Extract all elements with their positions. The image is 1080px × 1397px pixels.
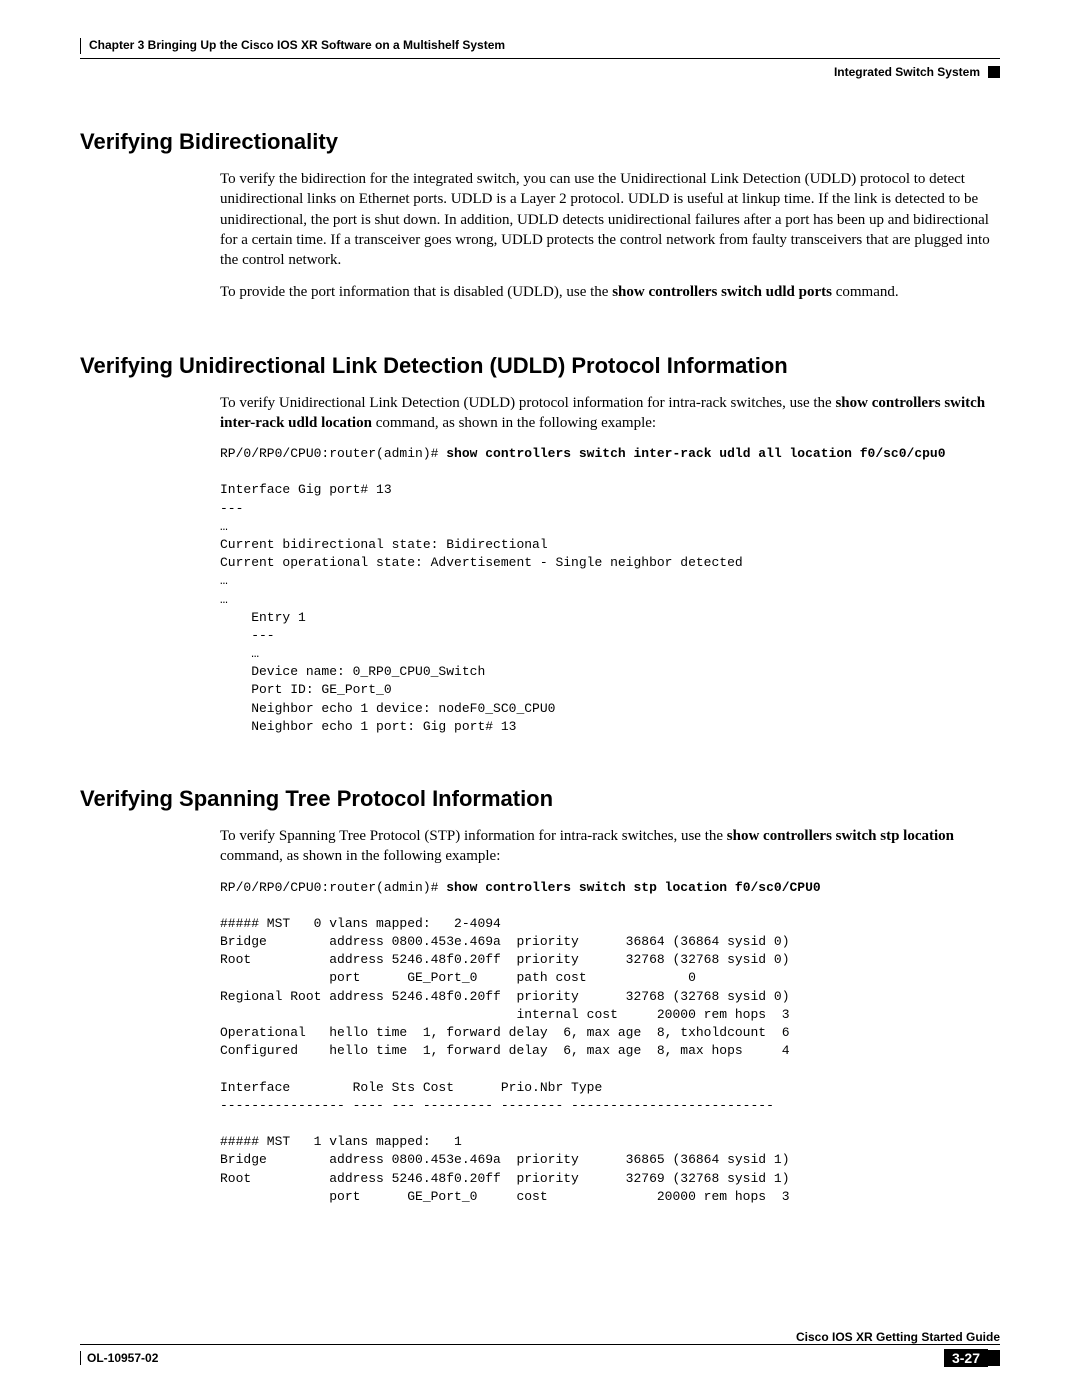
command-name: show controllers switch stp location: [727, 828, 954, 844]
text: command, as shown in the following examp…: [220, 848, 500, 864]
paragraph: To provide the port information that is …: [220, 282, 1000, 302]
text: To provide the port information that is …: [220, 284, 612, 300]
cli-prompt: RP/0/RP0/CPU0:router(admin)#: [220, 880, 446, 895]
footer: Cisco IOS XR Getting Started Guide OL-10…: [80, 1330, 1000, 1367]
text: command, as shown in the following examp…: [372, 415, 656, 431]
footer-guide-title: Cisco IOS XR Getting Started Guide: [796, 1330, 1000, 1344]
header-block: Chapter 3 Bringing Up the Cisco IOS XR S…: [80, 38, 1000, 79]
text: To verify Unidirectional Link Detection …: [220, 395, 835, 411]
text: To verify Spanning Tree Protocol (STP) i…: [220, 828, 727, 844]
cli-command: show controllers switch inter-rack udld …: [446, 446, 945, 461]
footer-doc-id: OL-10957-02: [87, 1351, 158, 1365]
footer-row-bottom: OL-10957-02 3-27: [80, 1349, 1000, 1367]
footer-rule: [80, 1344, 1000, 1345]
paragraph: To verify Unidirectional Link Detection …: [220, 393, 1000, 434]
cli-prompt: RP/0/RP0/CPU0:router(admin)#: [220, 446, 446, 461]
code-block-stp: RP/0/RP0/CPU0:router(admin)# show contro…: [220, 879, 1000, 1206]
code-block-udld: RP/0/RP0/CPU0:router(admin)# show contro…: [220, 445, 1000, 736]
header-rule: [80, 58, 1000, 59]
page-number-badge: 3-27: [944, 1349, 988, 1367]
body-bidirectionality: To verify the bidirection for the integr…: [220, 169, 1000, 303]
footer-block-icon: [988, 1350, 1000, 1366]
header-block-icon: [988, 66, 1000, 78]
heading-udld: Verifying Unidirectional Link Detection …: [80, 353, 1000, 379]
heading-bidirectionality: Verifying Bidirectionality: [80, 129, 1000, 155]
header-section-label: Integrated Switch System: [834, 65, 980, 79]
header-vbar: [80, 38, 81, 54]
cli-output: ##### MST 0 vlans mapped: 2-4094 Bridge …: [220, 916, 790, 1204]
cli-command: show controllers switch stp location f0/…: [446, 880, 820, 895]
cli-output: Interface Gig port# 13 --- … Current bid…: [220, 482, 743, 733]
header-right-row: Integrated Switch System: [80, 65, 1000, 79]
chapter-label: Chapter 3 Bringing Up the Cisco IOS XR S…: [89, 38, 505, 54]
footer-vbar: [80, 1351, 81, 1365]
paragraph: To verify the bidirection for the integr…: [220, 169, 1000, 270]
document-page: Chapter 3 Bringing Up the Cisco IOS XR S…: [0, 0, 1080, 1397]
body-udld: To verify Unidirectional Link Detection …: [220, 393, 1000, 737]
body-stp: To verify Spanning Tree Protocol (STP) i…: [220, 826, 1000, 1206]
footer-row-top: Cisco IOS XR Getting Started Guide: [80, 1330, 1000, 1344]
command-name: show controllers switch udld ports: [612, 284, 832, 300]
header-chapter-row: Chapter 3 Bringing Up the Cisco IOS XR S…: [80, 38, 1000, 54]
paragraph: To verify Spanning Tree Protocol (STP) i…: [220, 826, 1000, 867]
heading-stp: Verifying Spanning Tree Protocol Informa…: [80, 786, 1000, 812]
text: command.: [832, 284, 899, 300]
